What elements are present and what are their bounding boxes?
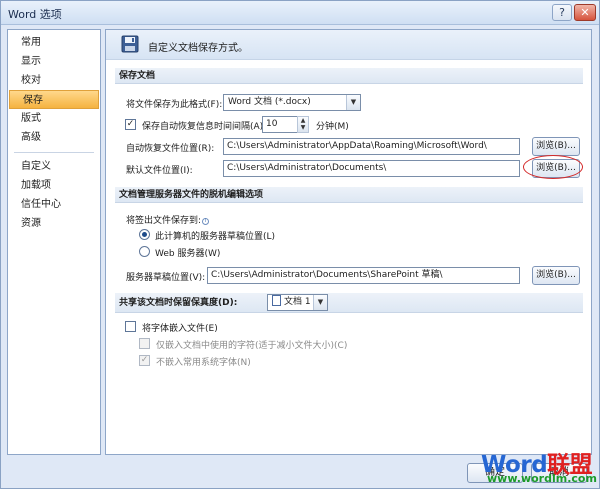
wordlm-watermark: Word联盟 www.wordlm.com: [481, 445, 599, 489]
document-icon: [272, 295, 281, 306]
web-server-label: Web 服务器(W): [155, 249, 221, 259]
sidebar-item-trust-center[interactable]: 信任中心: [8, 195, 100, 214]
section-offline-editing: 文档管理服务器文件的脱机编辑选项: [115, 187, 583, 203]
sidebar-item-addins[interactable]: 加载项: [8, 176, 100, 195]
save-format-label: 将文件保存为此格式(F):: [126, 100, 223, 110]
autorecover-checkbox[interactable]: ✓: [125, 119, 136, 130]
fidelity-document-value: 文档 1: [284, 297, 311, 307]
drafts-location-input[interactable]: C:\Users\Administrator\Documents\SharePo…: [207, 267, 520, 284]
sidebar-item-resources[interactable]: 资源: [8, 214, 100, 233]
save-format-select[interactable]: Word 文档 (*.docx) ▼: [223, 94, 361, 111]
help-button[interactable]: ?: [552, 4, 572, 21]
annotation-circle: [523, 155, 583, 179]
drafts-location-label: 服务器草稿位置(V):: [126, 273, 206, 283]
section-save-documents: 保存文档: [115, 68, 583, 84]
default-location-input[interactable]: C:\Users\Administrator\Documents\: [223, 160, 520, 177]
title-bar: Word 选项 ? ✕: [1, 1, 599, 25]
sidebar-divider: [14, 147, 94, 153]
default-location-label: 默认文件位置(I):: [126, 166, 193, 176]
autorecover-location-input[interactable]: C:\Users\Administrator\AppData\Roaming\M…: [223, 138, 520, 155]
sidebar-item-display[interactable]: 显示: [8, 52, 100, 71]
embed-fonts-checkbox[interactable]: [125, 321, 136, 332]
sidebar: 常用 显示 校对 保存 版式 高级 自定义 加载项 信任中心 资源: [7, 29, 101, 455]
only-used-chars-label: 仅嵌入文档中使用的字符(适于减小文件大小)(C): [156, 341, 348, 351]
minutes-spinner[interactable]: ▲ ▼: [297, 116, 309, 133]
content-panel: 自定义文档保存方式。 保存文档 将文件保存为此格式(F): Word 文档 (*…: [105, 29, 592, 455]
section-fidelity: 共享该文档时保留保真度(D):: [115, 293, 583, 313]
sidebar-item-customize[interactable]: 自定义: [8, 157, 100, 176]
autorecover-label: 保存自动恢复信息时间间隔(A): [142, 122, 264, 132]
header-band: 自定义文档保存方式。: [106, 30, 591, 60]
word-options-dialog: Word 选项 ? ✕ 常用 显示 校对 保存 版式 高级 自定义 加载项 信任…: [0, 0, 600, 489]
fidelity-document-select[interactable]: 文档 1 ▼: [267, 294, 328, 311]
info-icon: i: [202, 218, 210, 225]
only-used-chars-checkbox[interactable]: [139, 338, 150, 349]
drafts-browse-button[interactable]: 浏览(B)...: [532, 266, 580, 285]
sidebar-item-advanced[interactable]: 高级: [8, 128, 100, 147]
radio-web-server[interactable]: [139, 246, 150, 257]
watermark-url: www.wordlm.com: [487, 472, 597, 485]
no-common-fonts-label: 不嵌入常用系统字体(N): [156, 358, 251, 368]
header-description: 自定义文档保存方式。: [148, 43, 248, 54]
checkout-label: 将签出文件保存到: i: [126, 213, 210, 226]
sidebar-item-layout[interactable]: 版式: [8, 109, 100, 128]
autorecover-location-label: 自动恢复文件位置(R):: [126, 144, 215, 154]
chevron-down-icon: ▼: [346, 95, 360, 110]
autorecover-minutes-input[interactable]: 10: [262, 116, 298, 133]
autorecover-browse-button[interactable]: 浏览(B)...: [532, 137, 580, 156]
sidebar-item-save[interactable]: 保存: [9, 90, 99, 109]
server-drafts-label: 此计算机的服务器草稿位置(L): [155, 232, 276, 242]
window-title: Word 选项: [8, 8, 62, 21]
chevron-down-icon: ▼: [313, 295, 327, 310]
sidebar-item-proofing[interactable]: 校对: [8, 71, 100, 90]
radio-server-drafts[interactable]: [139, 229, 150, 240]
embed-fonts-label: 将字体嵌入文件(E): [142, 324, 218, 334]
save-format-value: Word 文档 (*.docx): [228, 97, 311, 107]
no-common-fonts-checkbox[interactable]: ✓: [139, 355, 150, 366]
close-button[interactable]: ✕: [574, 4, 596, 21]
fidelity-label: 共享该文档时保留保真度(D):: [119, 298, 238, 308]
minutes-label: 分钟(M): [316, 122, 349, 132]
sidebar-item-common[interactable]: 常用: [8, 33, 100, 52]
floppy-disk-icon: [121, 35, 139, 53]
